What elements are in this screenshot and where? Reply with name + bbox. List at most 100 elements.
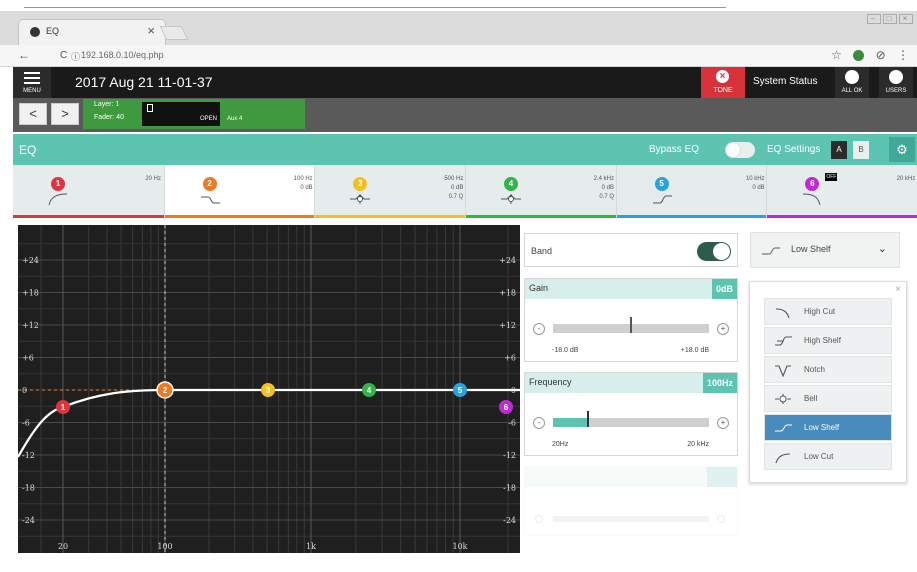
filter-selected-label: Low Shelf	[791, 244, 831, 254]
menu-label: MENU	[23, 88, 41, 94]
tab-title: EQ	[46, 26, 60, 36]
band-underline	[315, 215, 465, 218]
band-info: 20 kHz	[845, 175, 916, 202]
band-info: 2.4 kHz 0 dB 0.7 Q	[544, 175, 614, 202]
y-tick-label-right: 0	[511, 386, 516, 395]
eq-setting-b-button[interactable]: B	[853, 141, 869, 159]
gain-plus-button[interactable]: +	[717, 323, 729, 335]
eq-graph-svg: +24 +18 +12 +6 0 -6 -12 -18 -24 +24 +18 +12 +6 0 -6 -12…	[18, 225, 520, 553]
extension-icon[interactable]	[853, 50, 865, 62]
layer-text: Layer: 1	[94, 101, 120, 108]
bypass-eq-toggle[interactable]	[725, 142, 755, 158]
band-tab-6[interactable]: 6 20 kHz OFF	[766, 165, 917, 218]
band-info-line	[845, 193, 915, 202]
all-ok-button[interactable]: ALL OK	[835, 67, 869, 98]
y-tick-label-right: -6	[508, 419, 516, 428]
band-info-line	[91, 184, 161, 193]
band-point-label: 1	[61, 403, 66, 412]
band-tab-5[interactable]: 5 10 kHz 0 dB	[615, 165, 767, 218]
band-point-label: 4	[367, 386, 372, 395]
band-point-label: 3	[266, 386, 271, 395]
info-icon: ⓘ	[71, 52, 81, 62]
high-shelf-icon	[775, 336, 792, 346]
user-icon	[889, 70, 903, 84]
extension-2-icon[interactable]: ⊘	[876, 48, 886, 62]
menu-button[interactable]: MENU	[13, 67, 51, 98]
layer-info[interactable]: Layer: 1 Fader: 40 OPEN Aux 4	[83, 99, 305, 129]
bell-icon	[775, 394, 791, 404]
fader-text: Fader: 40	[94, 114, 124, 121]
gear-icon[interactable]: ⚙	[889, 137, 915, 162]
filter-option-bell[interactable]: Bell	[764, 385, 892, 412]
band-info-line: 500 Hz	[444, 176, 464, 182]
browser-tab-strip: EQ × – □ ×	[0, 11, 917, 45]
users-button[interactable]: USERS	[879, 67, 913, 98]
tab-close-icon[interactable]: ×	[147, 23, 155, 38]
filter-option-label: High Cut	[804, 307, 836, 316]
high-cut-icon	[775, 308, 790, 319]
browser-menu-icon[interactable]: ⋮	[897, 48, 909, 62]
hamburger-icon	[24, 72, 40, 84]
eq-header: EQ Bypass EQ EQ Settings A B ⚙	[13, 134, 917, 165]
address-bar-right: ☆ ⊘ ⋮	[823, 48, 909, 62]
frequency-minus-button[interactable]: -	[533, 417, 545, 429]
frequency-plus-button[interactable]: +	[717, 417, 729, 429]
prev-layer-button[interactable]: <	[19, 103, 47, 125]
band-info: 500 Hz 0 dB 0.7 Q	[393, 175, 463, 202]
band-toggle[interactable]	[697, 242, 731, 261]
frequency-slider-fill	[553, 418, 588, 427]
tone-label: TONE	[713, 87, 733, 94]
band-tab-4[interactable]: 4 2.4 kHz 0 dB 0.7 Q	[465, 165, 616, 218]
open-label: OPEN	[199, 116, 217, 122]
filter-option-low-shelf[interactable]: Low Shelf	[764, 414, 892, 441]
band-underline	[164, 215, 315, 218]
filter-option-label: Low Shelf	[804, 423, 840, 432]
filter-type-select[interactable]: Low Shelf ⌄	[750, 232, 900, 268]
filter-option-label: Bell	[804, 394, 818, 403]
filter-type-menu: × High Cut High Shelf Notch Bell Low Shelf Lo…	[749, 281, 907, 483]
gain-slider-handle[interactable]	[630, 317, 632, 333]
reload-icon[interactable]: C	[60, 50, 67, 61]
x-tick-label: 1k	[306, 542, 316, 551]
band-number-badge: 4	[504, 177, 518, 191]
gain-minus-button[interactable]: -	[533, 323, 545, 335]
eq-graph[interactable]: +24 +18 +12 +6 0 -6 -12 -18 -24 +24 +18 +12 +6 0 -6 -12…	[18, 225, 520, 553]
maximize-icon[interactable]: □	[883, 14, 897, 24]
app-header: MENU 2017 Aug 21 11-01-37 × TONE System …	[13, 67, 917, 98]
filter-option-low-cut[interactable]: Low Cut	[764, 443, 892, 470]
tone-button[interactable]: × TONE	[701, 67, 745, 98]
eq-setting-a-button[interactable]: A	[831, 141, 847, 159]
frequency-slider-handle[interactable]	[587, 411, 589, 427]
browser-tab[interactable]: EQ ×	[18, 19, 166, 45]
top-accent-line	[0, 0, 917, 11]
frequency-max-label: 20 kHz	[687, 441, 709, 448]
bookmark-star-icon[interactable]: ☆	[831, 48, 842, 62]
minimize-icon[interactable]: –	[867, 14, 881, 24]
band-tab-1[interactable]: 1 20 Hz	[13, 165, 164, 218]
y-tick-label-left: +12	[22, 321, 39, 330]
filter-option-high-shelf[interactable]: High Shelf	[764, 327, 892, 354]
system-status-label: System Status	[753, 76, 818, 87]
gain-min-label: -18.0 dB	[552, 347, 579, 354]
url-field[interactable]: 192.168.0.10/eq.php	[81, 50, 164, 60]
band-tab-3[interactable]: 3 500 Hz 0 dB 0.7 Q	[314, 165, 465, 218]
band-tab-2[interactable]: 2 100 Hz 0 dB	[163, 165, 315, 218]
eq-title: EQ	[19, 143, 37, 157]
back-icon[interactable]: ←	[18, 48, 30, 62]
frequency-value: 100Hz	[702, 373, 737, 393]
low-cut-icon	[775, 453, 791, 464]
y-tick-label-right: +12	[499, 321, 516, 330]
band-underline	[767, 215, 917, 218]
band-info-line: 100 Hz	[293, 176, 313, 182]
band-card: Band	[524, 233, 738, 267]
next-layer-button[interactable]: >	[51, 103, 79, 125]
band-number-badge: 6	[805, 177, 820, 191]
menu-close-icon[interactable]: ×	[895, 284, 901, 295]
band-info-line: 20 Hz	[145, 176, 161, 182]
band-number-badge: 3	[353, 177, 368, 191]
filter-option-high-cut[interactable]: High Cut	[764, 298, 892, 325]
close-window-icon[interactable]: ×	[899, 14, 913, 24]
x-tick-label: 20	[58, 542, 68, 551]
y-tick-label-left: -6	[22, 419, 30, 428]
filter-option-notch[interactable]: Notch	[764, 356, 892, 383]
